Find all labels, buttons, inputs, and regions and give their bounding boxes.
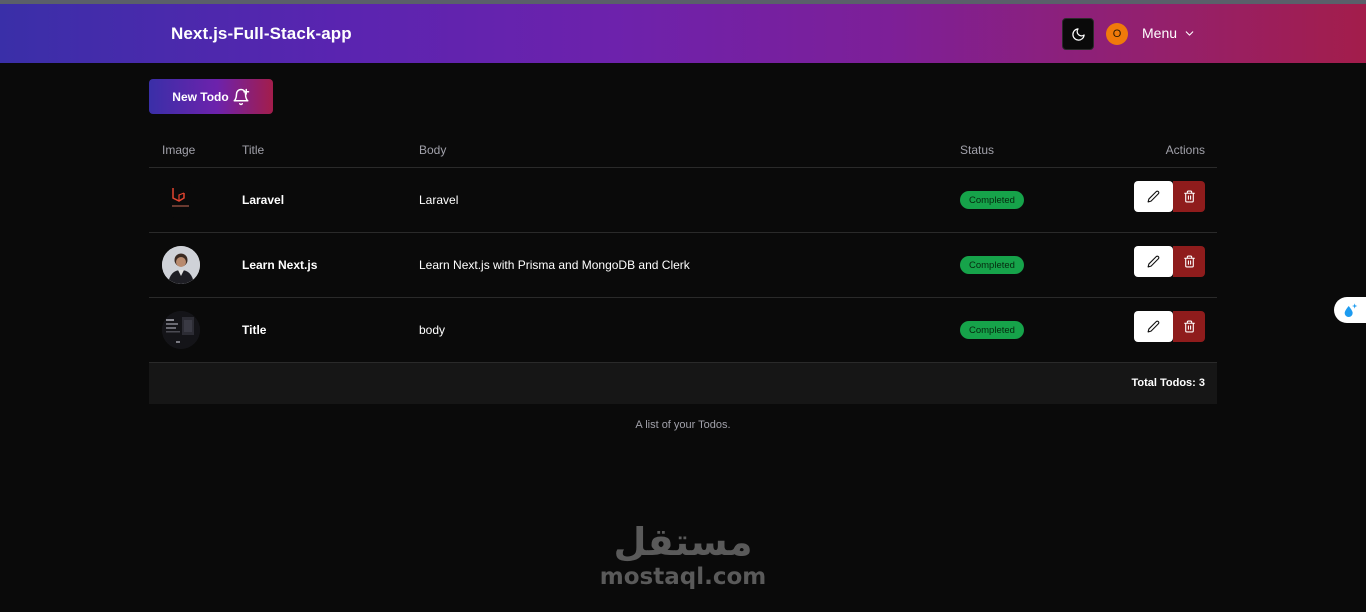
delete-button[interactable] <box>1173 311 1205 342</box>
table-row: Laravel Laravel Completed <box>149 168 1217 233</box>
todo-body: Laravel <box>419 193 459 207</box>
table-header: Image Title Body Status Actions <box>149 134 1217 168</box>
menu-dropdown[interactable]: Menu <box>1142 25 1196 41</box>
watermark-latin: mostaql.com <box>599 564 767 590</box>
pencil-icon <box>1147 320 1160 333</box>
total-todos: Total Todos: 3 <box>1131 377 1205 389</box>
sparkle-drop-icon <box>1344 303 1358 317</box>
column-image: Image <box>162 143 196 157</box>
todo-image <box>162 246 200 284</box>
user-avatar[interactable]: O <box>1106 23 1128 45</box>
status-badge: Completed <box>960 321 1024 339</box>
table-caption: A list of your Todos. <box>635 419 731 431</box>
person-photo <box>162 246 200 284</box>
column-body: Body <box>419 143 447 157</box>
column-actions: Actions <box>1165 143 1205 157</box>
pencil-icon <box>1147 190 1160 203</box>
todo-title: Title <box>242 323 267 337</box>
laravel-logo <box>172 188 189 207</box>
table-row: Learn Next.js Learn Next.js with Prisma … <box>149 233 1217 298</box>
column-status: Status <box>960 143 995 157</box>
status-badge: Completed <box>960 191 1024 209</box>
bell-plus-icon <box>233 88 249 105</box>
todos-table: Image Title Body Status Actions Laravel … <box>149 134 1217 431</box>
table-row: Title body Completed <box>149 298 1217 363</box>
todo-title: Laravel <box>242 193 285 207</box>
floating-widget-button[interactable] <box>1334 297 1366 323</box>
slide-thumbnail <box>162 311 200 349</box>
edit-button[interactable] <box>1134 311 1173 342</box>
navbar: Next.js-Full-Stack-app O Menu <box>0 4 1366 63</box>
todo-image <box>162 181 200 219</box>
todo-body: Learn Next.js with Prisma and MongoDB an… <box>419 258 690 272</box>
todo-title: Learn Next.js <box>242 258 318 272</box>
todo-image <box>162 311 200 349</box>
todo-body: body <box>419 323 446 337</box>
brand-title[interactable]: Next.js-Full-Stack-app <box>171 24 352 44</box>
watermark-arabic: مستقل <box>613 520 753 564</box>
theme-toggle-button[interactable] <box>1062 18 1094 50</box>
menu-label: Menu <box>1142 25 1178 41</box>
trash-icon <box>1183 320 1195 333</box>
trash-icon <box>1183 255 1195 268</box>
edit-button[interactable] <box>1134 181 1173 212</box>
status-badge: Completed <box>960 256 1024 274</box>
delete-button[interactable] <box>1173 181 1205 212</box>
edit-button[interactable] <box>1134 246 1173 277</box>
new-todo-label: New Todo <box>172 89 229 104</box>
chevron-down-icon <box>1185 30 1194 36</box>
delete-button[interactable] <box>1173 246 1205 277</box>
moon-icon <box>1071 27 1085 41</box>
column-title: Title <box>242 143 265 157</box>
table-footer: Total Todos: 3 <box>149 363 1217 404</box>
new-todo-button[interactable]: New Todo <box>149 79 273 114</box>
pencil-icon <box>1147 255 1160 268</box>
trash-icon <box>1183 190 1195 203</box>
mostaql-watermark: مستقل mostaql.com <box>583 520 783 590</box>
